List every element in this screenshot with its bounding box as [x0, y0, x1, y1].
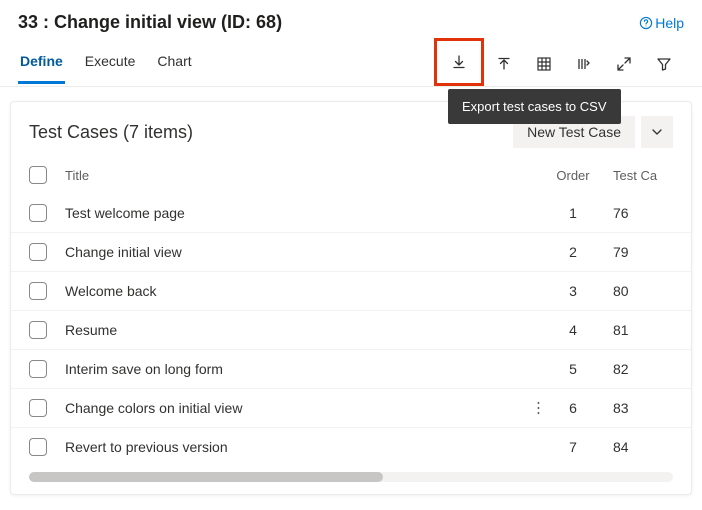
- columns-icon: [576, 56, 592, 72]
- row-title: Welcome back: [65, 283, 533, 299]
- row-tcid: 82: [613, 361, 673, 377]
- card-title: Test Cases (7 items): [29, 122, 193, 143]
- col-header-title[interactable]: Title: [65, 168, 533, 183]
- row-tcid: 81: [613, 322, 673, 338]
- tab-chart[interactable]: Chart: [155, 43, 193, 84]
- table-row[interactable]: Revert to previous version784: [11, 427, 691, 466]
- page-title: 33 : Change initial view (ID: 68): [18, 12, 282, 33]
- row-tcid: 79: [613, 244, 673, 260]
- upload-icon: [496, 56, 512, 72]
- col-header-testcase[interactable]: Test Ca: [613, 168, 673, 183]
- tabs: Define Execute Chart: [18, 43, 194, 84]
- row-checkbox[interactable]: [29, 321, 47, 339]
- table-header: Title Order Test Ca: [11, 158, 691, 194]
- row-checkbox[interactable]: [29, 243, 47, 261]
- tab-execute[interactable]: Execute: [83, 43, 138, 84]
- horizontal-scrollbar[interactable]: [29, 472, 673, 482]
- column-options-button[interactable]: [564, 44, 604, 84]
- table-row[interactable]: Resume481: [11, 310, 691, 349]
- row-more-icon[interactable]: ⋮: [531, 401, 546, 416]
- row-tcid: 83: [613, 400, 673, 416]
- row-tcid: 80: [613, 283, 673, 299]
- row-title: Resume: [65, 322, 533, 338]
- row-checkbox[interactable]: [29, 360, 47, 378]
- help-link[interactable]: Help: [639, 15, 684, 31]
- row-title: Change colors on initial view: [65, 400, 533, 416]
- row-order: 5: [533, 361, 613, 377]
- row-order: 7: [533, 439, 613, 455]
- toolbar-icons: [434, 41, 684, 86]
- row-order: 2: [533, 244, 613, 260]
- help-label: Help: [655, 15, 684, 31]
- fullscreen-button[interactable]: [604, 44, 644, 84]
- row-checkbox[interactable]: [29, 399, 47, 417]
- row-tcid: 84: [613, 439, 673, 455]
- row-title: Change initial view: [65, 244, 533, 260]
- row-order: 3: [533, 283, 613, 299]
- table-row[interactable]: Change initial view279: [11, 232, 691, 271]
- row-checkbox[interactable]: [29, 204, 47, 222]
- expand-icon: [616, 56, 632, 72]
- grid-icon: [536, 56, 552, 72]
- export-tooltip: Export test cases to CSV: [448, 89, 621, 124]
- tab-define[interactable]: Define: [18, 43, 65, 84]
- row-checkbox[interactable]: [29, 438, 47, 456]
- row-order: 1: [533, 205, 613, 221]
- new-test-case-dropdown[interactable]: [641, 116, 673, 148]
- table-row[interactable]: Interim save on long form582: [11, 349, 691, 388]
- row-checkbox[interactable]: [29, 282, 47, 300]
- filter-icon: [656, 56, 672, 72]
- row-tcid: 76: [613, 205, 673, 221]
- row-title: Test welcome page: [65, 205, 533, 221]
- upload-button[interactable]: [484, 44, 524, 84]
- row-title: Interim save on long form: [65, 361, 533, 377]
- col-header-order[interactable]: Order: [533, 168, 613, 183]
- scrollbar-thumb[interactable]: [29, 472, 383, 482]
- chevron-down-icon: [651, 126, 663, 138]
- row-title: Revert to previous version: [65, 439, 533, 455]
- export-csv-button[interactable]: [434, 38, 484, 86]
- help-icon: [639, 16, 653, 30]
- download-icon: [451, 54, 467, 70]
- grid-view-button[interactable]: [524, 44, 564, 84]
- filter-button[interactable]: [644, 44, 684, 84]
- select-all-checkbox[interactable]: [29, 166, 47, 184]
- table-row[interactable]: Welcome back380: [11, 271, 691, 310]
- test-cases-card: Test Cases (7 items) New Test Case Title…: [10, 101, 692, 495]
- row-order: 4: [533, 322, 613, 338]
- table-row[interactable]: Test welcome page176: [11, 194, 691, 232]
- table-row[interactable]: Change colors on initial view⋮683: [11, 388, 691, 427]
